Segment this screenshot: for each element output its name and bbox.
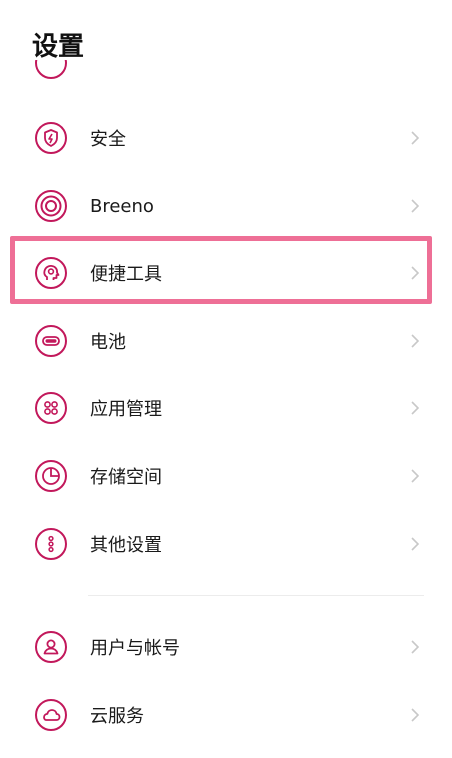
settings-item-label: 其他设置 [90, 535, 162, 556]
page-title: 设置 [32, 32, 85, 62]
settings-item-breeno[interactable]: Breeno [0, 179, 452, 233]
settings-item-storage[interactable]: 存储空间 [0, 449, 452, 503]
settings-item-security[interactable]: 安全 [0, 111, 452, 165]
chevron-right-icon [411, 131, 420, 145]
settings-item-battery[interactable]: 电池 [0, 314, 452, 368]
settings-item-label: 存储空间 [90, 467, 162, 488]
more-dots-icon [35, 528, 67, 560]
settings-item-label: 应用管理 [90, 399, 162, 420]
chevron-right-icon [411, 401, 420, 415]
chevron-right-icon [411, 640, 420, 654]
settings-item-label: 安全 [90, 129, 126, 150]
concentric-circles-icon [35, 190, 67, 222]
chevron-right-icon [411, 334, 420, 348]
settings-item-app-management[interactable]: 应用管理 [0, 381, 452, 435]
partial-item-icon [34, 60, 68, 86]
settings-item-label: Breeno [90, 195, 154, 217]
section-divider [88, 595, 424, 596]
chevron-right-icon [411, 199, 420, 213]
app-grid-icon [35, 392, 67, 424]
settings-item-label: 电池 [90, 332, 126, 353]
battery-icon [35, 325, 67, 357]
settings-item-cloud-service[interactable]: 云服务 [0, 688, 452, 742]
user-icon [35, 631, 67, 663]
chevron-right-icon [411, 537, 420, 551]
settings-item-label: 云服务 [90, 706, 144, 727]
pie-storage-icon [35, 460, 67, 492]
settings-item-users-accounts[interactable]: 用户与帐号 [0, 620, 452, 674]
cloud-icon [35, 699, 67, 731]
settings-item-label: 用户与帐号 [90, 638, 180, 659]
chevron-right-icon [411, 708, 420, 722]
settings-item-other-settings[interactable]: 其他设置 [0, 517, 452, 571]
shield-lightning-icon [35, 122, 67, 154]
chevron-right-icon [411, 469, 420, 483]
highlight-box [10, 236, 432, 304]
